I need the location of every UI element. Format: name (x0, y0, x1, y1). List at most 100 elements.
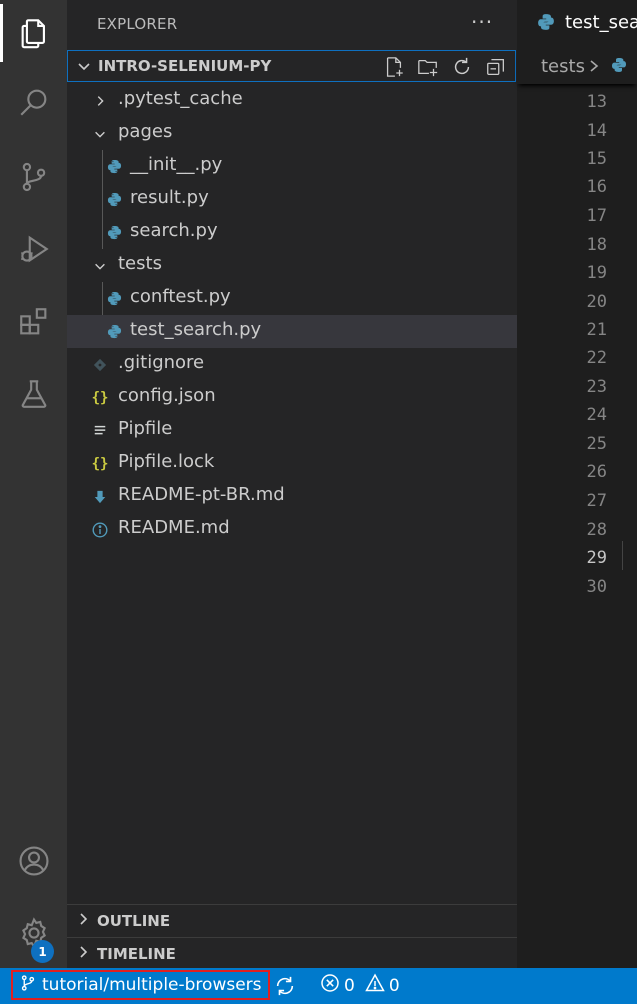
tree-item-file[interactable]: result.py (67, 183, 517, 216)
tree-item-file[interactable]: __init__.py (67, 150, 517, 183)
refresh-icon[interactable] (449, 55, 475, 79)
error-icon (320, 973, 340, 998)
new-file-icon[interactable] (381, 55, 407, 79)
tree-item-file[interactable]: {} Pipfile.lock (67, 447, 517, 480)
git-branch-button[interactable]: tutorial/multiple-browsers (11, 970, 270, 1000)
chevron-right-icon (91, 84, 109, 117)
tree-item-label: .gitignore (118, 352, 205, 373)
timeline-label: TIMELINE (97, 945, 176, 963)
line-number: 20 (586, 292, 607, 312)
outline-label: OUTLINE (97, 912, 171, 930)
git-file-icon (89, 348, 111, 381)
run-debug-icon[interactable] (0, 220, 67, 278)
line-number: 19 (586, 263, 607, 283)
timeline-section[interactable]: TIMELINE (67, 937, 517, 970)
manage-gear-icon[interactable]: 1 (0, 904, 67, 963)
problems-button[interactable]: 0 0 (320, 973, 400, 998)
tree-item-label: README-pt-BR.md (118, 484, 285, 505)
line-number: 21 (586, 320, 607, 340)
tree-item-label: .pytest_cache (118, 88, 243, 109)
tree-item-label: result.py (130, 187, 209, 208)
search-icon[interactable] (0, 73, 67, 131)
line-number: 23 (586, 377, 607, 397)
tab-test-search[interactable]: test_search.py (517, 0, 637, 48)
breadcrumb-folder[interactable]: tests (541, 56, 585, 77)
json-file-icon: {} (91, 389, 109, 406)
python-file-icon (103, 150, 125, 183)
account-icon[interactable] (0, 832, 67, 890)
tree-item-file[interactable]: {} config.json (67, 381, 517, 414)
line-number: 24 (586, 405, 607, 425)
chevron-down-icon (91, 249, 109, 282)
error-count: 0 (344, 975, 355, 996)
sync-icon[interactable] (274, 975, 296, 1002)
notification-badge: 1 (31, 940, 54, 963)
status-bar: tutorial/multiple-browsers 0 0 (0, 968, 637, 1004)
chevron-down-icon (76, 58, 92, 78)
testing-icon[interactable] (0, 365, 67, 423)
line-number: 15 (586, 149, 607, 169)
tree-item-label: Pipfile.lock (118, 451, 215, 472)
tree-item-folder[interactable]: pages (67, 117, 517, 150)
tree-item-label: search.py (130, 220, 218, 241)
line-number: 25 (586, 434, 607, 454)
warning-count: 0 (388, 975, 400, 996)
python-file-icon (537, 13, 555, 35)
current-line-indicator (622, 541, 623, 570)
text-file-icon (89, 414, 111, 447)
new-folder-icon[interactable] (415, 55, 441, 79)
tree-item-label: Pipfile (118, 418, 173, 439)
project-name: INTRO-SELENIUM-PY (98, 57, 272, 75)
explorer-sidebar: EXPLORER ··· INTRO-SELENIUM-PY .pytest_c… (67, 0, 517, 968)
line-number: 14 (586, 121, 607, 141)
line-number: 16 (586, 177, 607, 197)
chevron-right-icon (75, 911, 91, 931)
python-file-icon[interactable] (611, 57, 627, 77)
outline-section[interactable]: OUTLINE (67, 904, 517, 937)
line-number: 30 (586, 577, 607, 597)
extensions-icon[interactable] (0, 293, 67, 351)
tree-item-folder[interactable]: .pytest_cache (67, 84, 517, 117)
tab-label: test_search.py (565, 12, 637, 33)
markdown-download-icon (89, 480, 111, 513)
json-file-icon: {} (91, 455, 109, 472)
more-actions-button[interactable]: ··· (471, 10, 493, 34)
current-line-number: 29 (586, 548, 607, 568)
source-control-icon[interactable] (0, 148, 67, 206)
tree-item-label: pages (118, 121, 173, 142)
line-number: 22 (586, 348, 607, 368)
python-file-icon (103, 282, 125, 315)
tree-item-label: conftest.py (130, 286, 231, 307)
chevron-down-icon (91, 117, 109, 150)
tree-item-file[interactable]: .gitignore (67, 348, 517, 381)
tree-item-file[interactable]: search.py (67, 216, 517, 249)
tree-item-label: config.json (118, 385, 216, 406)
line-number: 17 (586, 206, 607, 226)
warning-icon (365, 973, 385, 998)
tree-item-file[interactable]: conftest.py (67, 282, 517, 315)
activity-bar: 1 (0, 0, 67, 968)
tree-item-label: README.md (118, 517, 230, 538)
tree-item-file-selected[interactable]: test_search.py (67, 315, 517, 348)
tree-item-label: test_search.py (130, 319, 262, 340)
project-section-header[interactable]: INTRO-SELENIUM-PY (67, 50, 516, 82)
breadcrumb: tests (517, 48, 637, 84)
tree-item-file[interactable]: README.md (67, 513, 517, 546)
tree-item-folder[interactable]: tests (67, 249, 517, 282)
explorer-title: EXPLORER (97, 15, 178, 33)
python-file-icon (103, 183, 125, 216)
tree-item-label: tests (118, 253, 162, 274)
source-control-branch-icon (19, 974, 37, 997)
tree-item-file[interactable]: README-pt-BR.md (67, 480, 517, 513)
line-number: 27 (586, 491, 607, 511)
info-icon (89, 513, 111, 546)
tree-item-file[interactable]: Pipfile (67, 414, 517, 447)
line-number: 13 (586, 92, 607, 112)
editor-tab-bar: test_search.py (517, 0, 637, 48)
collapse-all-icon[interactable] (483, 55, 509, 79)
line-number: 26 (586, 462, 607, 482)
explorer-icon[interactable] (0, 4, 67, 62)
chevron-right-icon (587, 56, 601, 80)
line-number: 18 (586, 235, 607, 255)
line-number: 28 (586, 520, 607, 540)
